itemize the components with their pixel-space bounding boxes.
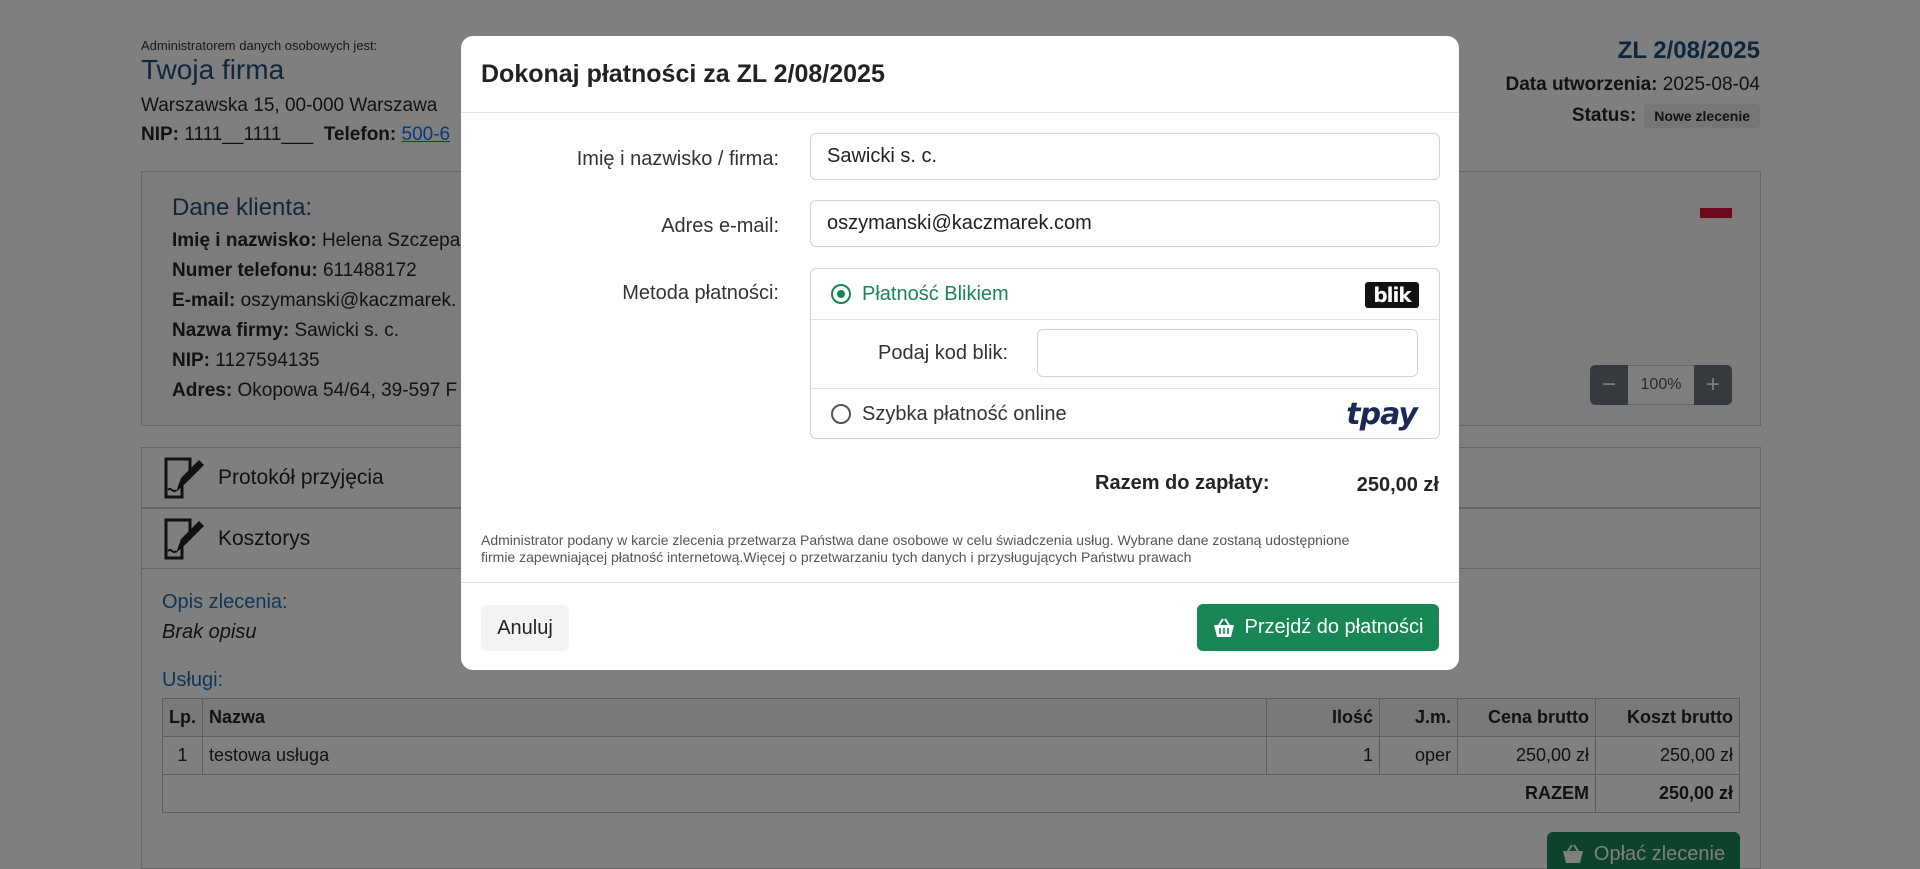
tpay-logo-icon: tpay xyxy=(1346,397,1418,432)
email-field-label: Adres e-mail: xyxy=(661,215,779,237)
gdpr-line-1: Administrator podany w karcie zlecenia p… xyxy=(481,532,1350,548)
payment-methods: Płatność Blikiem blik Podaj kod blik: Sz… xyxy=(810,268,1440,439)
proceed-to-payment-button[interactable]: Przejdź do płatności xyxy=(1197,604,1439,651)
blik-code-input[interactable] xyxy=(1037,329,1418,377)
name-field-label: Imię i nazwisko / firma: xyxy=(576,148,779,170)
blik-code-label: Podaj kod blik: xyxy=(878,342,1009,364)
email-field[interactable]: oszymanski@kaczmarek.com xyxy=(810,200,1440,247)
cancel-button[interactable]: Anuluj xyxy=(481,605,569,651)
method-online[interactable]: Szybka płatność online tpay xyxy=(811,389,1439,440)
proceed-label: Przejdź do płatności xyxy=(1244,616,1424,638)
radio-online[interactable] xyxy=(831,404,851,424)
blik-logo-icon: blik xyxy=(1365,282,1419,308)
payment-method-label: Metoda płatności: xyxy=(622,282,779,304)
radio-blik[interactable] xyxy=(831,284,851,304)
modal-footer: Anuluj Przejdź do płatności xyxy=(461,582,1459,670)
gdpr-line-2: firmie zapewniającej płatność internetow… xyxy=(481,549,1192,565)
blik-code-row: Podaj kod blik: xyxy=(811,320,1439,389)
gdpr-note: Administrator podany w karcie zlecenia p… xyxy=(481,532,1441,566)
total-value: 250,00 zł xyxy=(1356,474,1439,496)
method-blik-label: Płatność Blikiem xyxy=(862,283,1009,305)
method-blik[interactable]: Płatność Blikiem blik xyxy=(811,269,1439,320)
total-label: Razem do zapłaty: xyxy=(1095,472,1270,494)
basket-icon xyxy=(1213,617,1234,637)
method-online-label: Szybka płatność online xyxy=(862,403,1067,425)
payment-modal: Dokonaj płatności za ZL 2/08/2025 Imię i… xyxy=(461,36,1459,670)
modal-title: Dokonaj płatności za ZL 2/08/2025 xyxy=(461,36,1459,113)
name-field[interactable]: Sawicki s. c. xyxy=(810,133,1440,180)
